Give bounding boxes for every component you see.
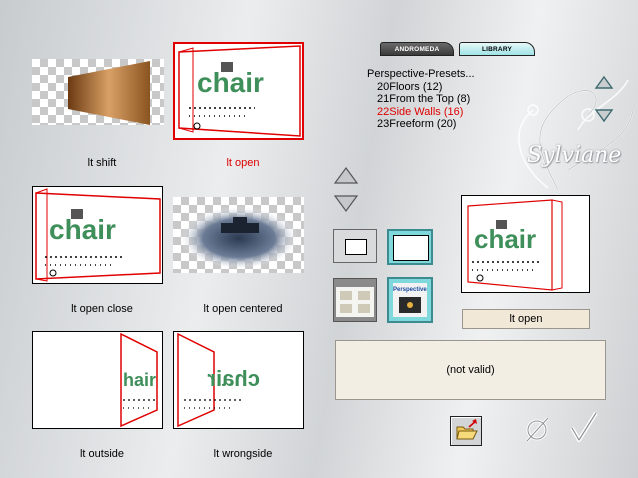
perspective-view-button[interactable]: Perspective	[387, 277, 433, 323]
status-panel: (not valid)	[335, 340, 606, 400]
preset-item[interactable]: 23Freeform (20)	[367, 118, 475, 131]
thumbnail-scroll-up-icon[interactable]	[332, 165, 360, 187]
svg-text:hair: hair	[123, 370, 156, 390]
thumbnail-lt-outside[interactable]: hair	[32, 331, 163, 429]
thumbnail-caption: lt open	[226, 157, 260, 169]
preset-item-selected[interactable]: 22Side Walls (16)	[367, 106, 475, 119]
preset-root-folder[interactable]: Perspective-Presets...	[367, 68, 475, 81]
window-frame-icon	[345, 239, 367, 255]
watermark-signature: Sylviane	[527, 143, 622, 168]
cancel-icon[interactable]	[522, 414, 554, 444]
open-centered-preview-image	[179, 203, 299, 267]
fullscreen-frame-icon	[393, 235, 429, 261]
thumbnail-caption: lt wrongside	[213, 448, 273, 460]
thumbnail-lt-open[interactable]: chair	[173, 42, 304, 140]
thumbnail-caption: lt outside	[79, 448, 125, 460]
thumbnail-caption: lt shift	[87, 157, 117, 169]
preview-chair-image: chair	[467, 199, 563, 291]
preview-label: lt open	[462, 309, 590, 329]
perspective-photo	[399, 297, 421, 313]
open-preview-image: chair	[178, 45, 301, 137]
outside-preview-image: hair	[120, 332, 158, 428]
preset-item[interactable]: 21From the Top (8)	[367, 93, 475, 106]
svg-text:chair: chair	[207, 366, 260, 391]
thumbnail-lt-open-centered[interactable]	[173, 197, 304, 273]
preview-image-panel: chair	[461, 195, 590, 293]
thumbnail-lt-open-close[interactable]: chair	[32, 186, 163, 284]
grid-layout-icon	[336, 287, 374, 317]
perspective-thumbnail: Perspective	[393, 283, 427, 317]
list-scroll-up-icon[interactable]	[593, 74, 615, 94]
perspective-button-text: Perspective	[393, 287, 427, 293]
preset-item[interactable]: 20Floors (12)	[367, 81, 475, 94]
thumbnail-lt-wrongside[interactable]: chair	[173, 331, 304, 429]
thumbnail-caption: lt open centered	[203, 303, 283, 315]
wrongside-preview-image: chair	[177, 332, 260, 428]
watermark-flourish-icon	[518, 79, 634, 191]
window-mode-button[interactable]	[333, 229, 377, 263]
open-folder-button[interactable]	[450, 416, 482, 446]
thumbnail-lt-shift[interactable]	[32, 59, 164, 125]
thumbnail-scroll-down-icon[interactable]	[332, 192, 360, 214]
grid-view-button[interactable]	[333, 278, 377, 322]
tab-andromeda[interactable]: ANDROMEDA	[380, 42, 454, 56]
checkmark-icon[interactable]	[566, 410, 600, 444]
preset-list: Perspective-Presets... 20Floors (12) 21F…	[367, 68, 475, 131]
open-folder-icon	[456, 419, 478, 440]
fullscreen-mode-button[interactable]	[387, 229, 433, 265]
list-scroll-down-icon[interactable]	[593, 104, 615, 124]
shift-preview-image	[68, 61, 150, 125]
thumbnail-caption: lt open close	[71, 303, 133, 315]
tab-library[interactable]: LIBRARY	[459, 42, 535, 56]
open-close-preview-image: chair	[35, 188, 161, 282]
